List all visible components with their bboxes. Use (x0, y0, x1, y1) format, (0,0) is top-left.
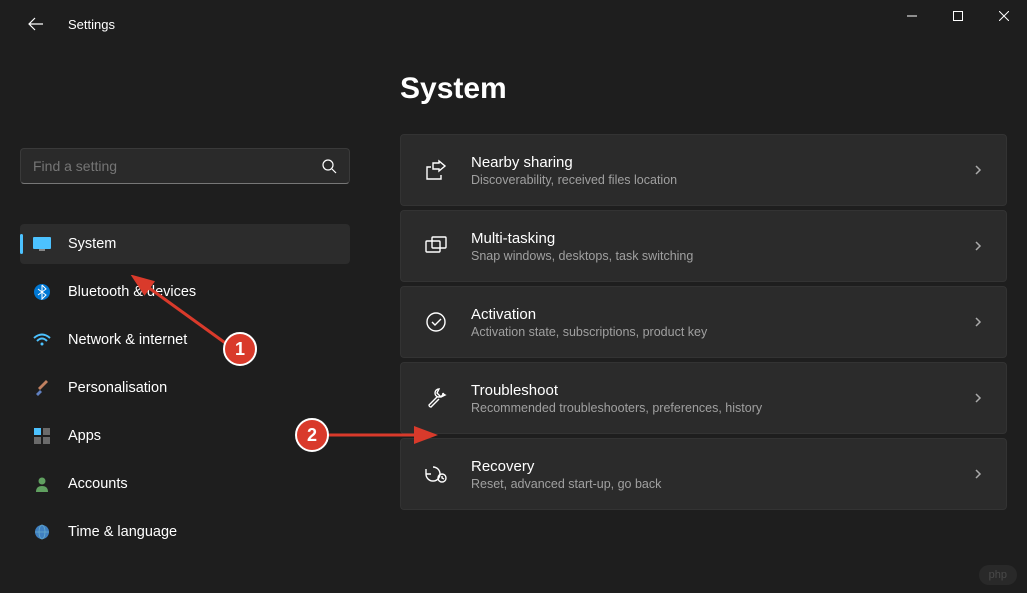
main-content: System Nearby sharing Discoverability, r… (370, 48, 1027, 593)
app-title: Settings (68, 17, 115, 32)
sidebar: System Bluetooth & devices Network & int… (0, 48, 370, 593)
sidebar-item-system[interactable]: System (20, 224, 350, 264)
wifi-icon (32, 330, 52, 350)
wrench-icon (423, 385, 449, 411)
annotation-badge-2: 2 (295, 418, 329, 452)
multitask-icon (423, 233, 449, 259)
sidebar-item-label: Apps (68, 428, 101, 444)
card-desc: Snap windows, desktops, task switching (471, 249, 972, 263)
sidebar-item-accounts[interactable]: Accounts (20, 464, 350, 504)
card-desc: Discoverability, received files location (471, 173, 972, 187)
globe-icon (32, 522, 52, 542)
card-title: Activation (471, 306, 972, 323)
card-troubleshoot[interactable]: Troubleshoot Recommended troubleshooters… (400, 362, 1007, 434)
card-desc: Activation state, subscriptions, product… (471, 325, 972, 339)
search-input[interactable] (33, 158, 321, 174)
sidebar-item-personalisation[interactable]: Personalisation (20, 368, 350, 408)
watermark: php (979, 565, 1017, 585)
sidebar-item-label: Accounts (68, 476, 128, 492)
titlebar: Settings (0, 0, 1027, 48)
card-title: Multi-tasking (471, 230, 972, 247)
minimize-icon (907, 11, 917, 21)
card-desc: Recommended troubleshooters, preferences… (471, 401, 972, 415)
chevron-right-icon (972, 164, 984, 176)
minimize-button[interactable] (889, 0, 935, 32)
maximize-icon (953, 11, 963, 21)
share-icon (423, 157, 449, 183)
sidebar-item-label: Personalisation (68, 380, 167, 396)
chevron-right-icon (972, 392, 984, 404)
page-title: System (400, 72, 1007, 106)
maximize-button[interactable] (935, 0, 981, 32)
sidebar-item-bluetooth[interactable]: Bluetooth & devices (20, 272, 350, 312)
card-recovery[interactable]: Recovery Reset, advanced start-up, go ba… (400, 438, 1007, 510)
sidebar-item-label: Bluetooth & devices (68, 284, 196, 300)
window-controls (889, 0, 1027, 32)
check-icon (423, 309, 449, 335)
chevron-right-icon (972, 240, 984, 252)
search-box[interactable] (20, 148, 350, 184)
card-multi-tasking[interactable]: Multi-tasking Snap windows, desktops, ta… (400, 210, 1007, 282)
card-title: Nearby sharing (471, 154, 972, 171)
card-desc: Reset, advanced start-up, go back (471, 477, 972, 491)
bluetooth-icon (32, 282, 52, 302)
card-nearby-sharing[interactable]: Nearby sharing Discoverability, received… (400, 134, 1007, 206)
close-icon (999, 11, 1009, 21)
chevron-right-icon (972, 316, 984, 328)
sidebar-item-network[interactable]: Network & internet (20, 320, 350, 360)
card-title: Recovery (471, 458, 972, 475)
back-arrow-icon (28, 16, 44, 32)
sidebar-item-time-language[interactable]: Time & language (20, 512, 350, 552)
sidebar-item-label: Time & language (68, 524, 177, 540)
recovery-icon (423, 461, 449, 487)
display-icon (32, 234, 52, 254)
search-icon (321, 158, 337, 174)
annotation-badge-1: 1 (223, 332, 257, 366)
sidebar-item-label: Network & internet (68, 332, 187, 348)
close-button[interactable] (981, 0, 1027, 32)
card-activation[interactable]: Activation Activation state, subscriptio… (400, 286, 1007, 358)
sidebar-item-label: System (68, 236, 116, 252)
card-title: Troubleshoot (471, 382, 972, 399)
back-button[interactable] (20, 8, 52, 40)
account-icon (32, 474, 52, 494)
apps-icon (32, 426, 52, 446)
brush-icon (32, 378, 52, 398)
chevron-right-icon (972, 468, 984, 480)
